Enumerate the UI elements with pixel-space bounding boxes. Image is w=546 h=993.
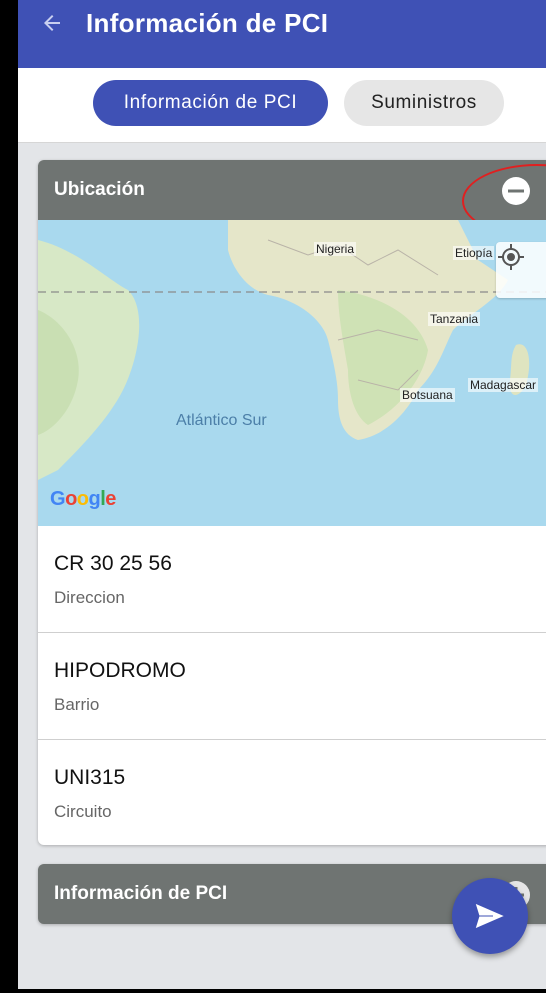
location-map[interactable]: Nigeria Etiopía Tanzania Botsuana Madaga…	[38, 220, 546, 526]
map-terrain	[38, 220, 546, 480]
map-label-etiopia: Etiopía	[453, 246, 495, 260]
field-barrio: HIPODROMO Barrio	[38, 633, 546, 740]
my-location-icon[interactable]	[496, 242, 546, 298]
field-label: Direccion	[54, 588, 125, 607]
app-screen: Información de PCI Información de PCI Su…	[18, 0, 546, 993]
tab-suministros[interactable]: Suministros	[344, 80, 504, 126]
location-card-header[interactable]: Ubicación	[38, 160, 546, 238]
send-button[interactable]	[452, 878, 528, 954]
field-label: Circuito	[54, 802, 112, 821]
map-label-tanzania: Tanzania	[428, 312, 481, 326]
arrow-left-icon[interactable]	[28, 0, 76, 47]
field-circuito: UNI315 Circuito	[38, 740, 546, 845]
app-bar: Información de PCI	[18, 0, 546, 68]
page-title: Información de PCI	[86, 7, 329, 38]
location-card-title: Ubicación	[54, 179, 145, 200]
map-label-nigeria: Nigeria	[314, 242, 357, 256]
map-label-botsuana: Botsuana	[400, 388, 455, 402]
tab-bar: Información de PCI Suministros	[18, 68, 546, 143]
pci-info-card-title: Información de PCI	[54, 883, 228, 904]
map-label-madagascar: Madagascar	[468, 378, 539, 392]
field-value: UNI315	[54, 766, 126, 789]
field-value: CR 30 25 56	[54, 552, 172, 575]
field-label: Barrio	[54, 695, 100, 714]
tab-informacion-pci[interactable]: Información de PCI	[93, 80, 328, 126]
send-icon	[474, 902, 507, 930]
field-value: HIPODROMO	[54, 659, 186, 682]
field-direccion: CR 30 25 56 Direccion	[38, 526, 546, 633]
map-label-ocean: Atlántico Sur	[176, 412, 267, 429]
google-logo: Google	[50, 488, 116, 510]
location-card: Ubicación Nigeria Etiopía Tanzania Botsu…	[38, 160, 546, 845]
screen-frame	[0, 989, 546, 993]
